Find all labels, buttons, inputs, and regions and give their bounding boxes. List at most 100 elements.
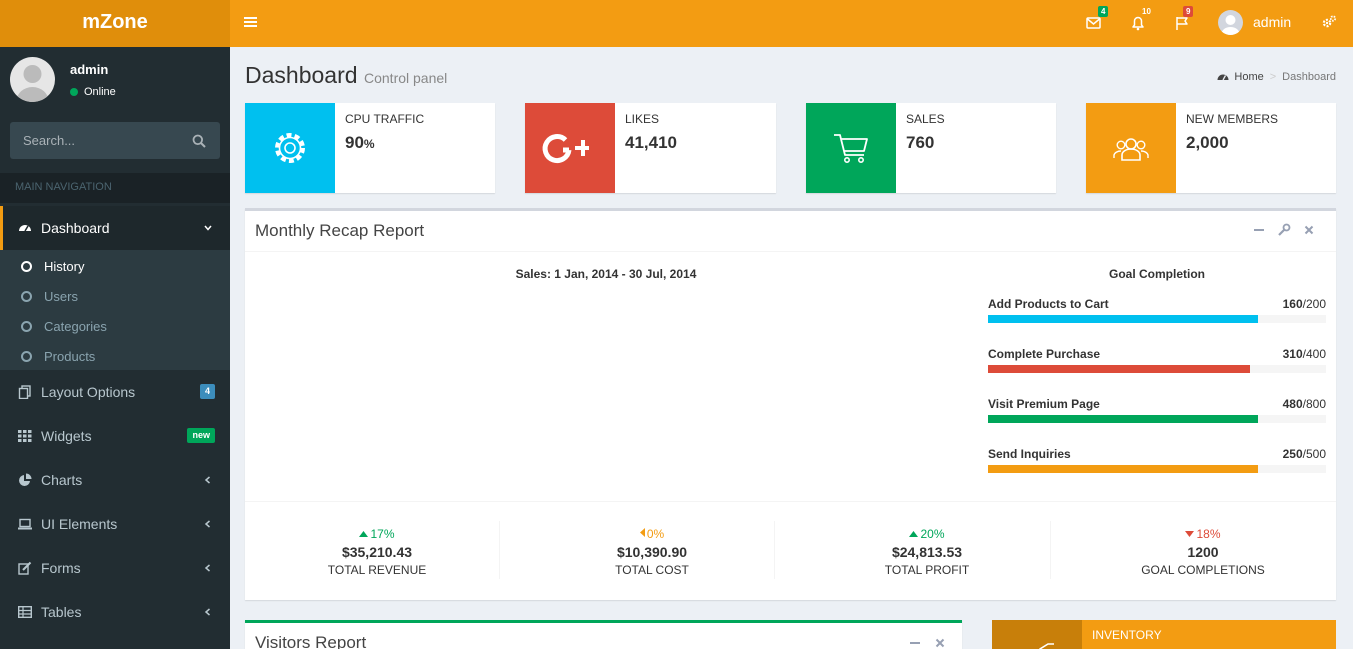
goal-label: Send Inquiries (988, 447, 1071, 461)
caret-left-icon (639, 528, 645, 537)
goal-label: Complete Purchase (988, 347, 1101, 361)
breadcrumb: Home > Dashboard (1217, 71, 1336, 83)
goal-progress-add-to-cart: Add Products to Cart 160/200 (988, 297, 1326, 337)
goal-label: Add Products to Cart (988, 297, 1109, 311)
sidebar-item-tables[interactable]: Tables (0, 590, 230, 634)
submenu-item-users[interactable]: Users (0, 282, 230, 312)
stat-amount: 1200 (1187, 544, 1219, 560)
gears-icon[interactable] (1321, 14, 1337, 30)
circle-icon (21, 261, 32, 272)
new-badge: new (187, 428, 215, 443)
info-box-label: INVENTORY (1092, 628, 1162, 642)
box-tools (908, 635, 948, 649)
goal-value: 310/400 (1282, 347, 1326, 361)
dashboard-icon (1217, 71, 1229, 81)
laptop-icon (18, 517, 32, 531)
info-box-value: 2,000 (1186, 133, 1229, 152)
stat-label: TOTAL COST (615, 563, 689, 577)
top-navbar: 4 10 9 admin (230, 0, 1353, 47)
close-icon[interactable] (1302, 223, 1316, 237)
stat-amount: $24,813.53 (891, 544, 963, 560)
box-title: Visitors Report (255, 633, 367, 649)
avatar (10, 57, 55, 102)
info-box-value: 760 (906, 133, 935, 152)
progress-bar (988, 365, 1250, 373)
progress-bar (988, 315, 1259, 323)
sidebar-item-label: Forms (41, 560, 81, 576)
info-box-label: CPU TRAFFIC (345, 112, 425, 126)
info-box-value: 90% (345, 133, 375, 152)
breadcrumb-current: Dashboard (1282, 71, 1336, 83)
google-plus-icon (525, 103, 615, 193)
mail-badge: 4 (1098, 6, 1109, 17)
stat-percent: 0% (525, 527, 779, 541)
caret-down-icon (1185, 531, 1195, 537)
chevron-left-icon (204, 608, 212, 616)
progress-track (988, 415, 1326, 423)
goal-value: 160/200 (1282, 297, 1326, 311)
page-title: Dashboard (245, 62, 358, 88)
goal-completion-title: Goal Completion (1109, 267, 1205, 281)
sidebar-item-charts[interactable]: Charts (0, 458, 230, 502)
progress-track (988, 315, 1326, 323)
files-icon (18, 385, 32, 399)
edit-icon (18, 561, 32, 575)
circle-icon (21, 291, 32, 302)
info-box-label: LIKES (625, 112, 660, 126)
collapse-icon[interactable] (1252, 223, 1266, 237)
goal-progress-complete-purchase: Complete Purchase 310/400 (988, 347, 1326, 387)
user-panel: admin Online (10, 57, 220, 107)
info-box-likes: LIKES 41,410 (525, 103, 776, 193)
stat-label: TOTAL REVENUE (327, 563, 427, 577)
info-box-label: SALES (906, 112, 945, 126)
info-box-inventory: INVENTORY (992, 620, 1336, 649)
submenu-item-products[interactable]: Products (0, 342, 230, 372)
dashboard-icon (18, 221, 32, 235)
stat-percent: 18% (1076, 527, 1330, 541)
sidebar-user-name: admin (70, 62, 109, 77)
user-menu-name[interactable]: admin (1253, 14, 1291, 30)
logo[interactable]: mZone (0, 0, 230, 47)
avatar[interactable] (1218, 10, 1243, 35)
info-box-label: NEW MEMBERS (1186, 112, 1279, 126)
collapse-icon[interactable] (908, 636, 922, 649)
sidebar-item-dashboard[interactable]: Dashboard (0, 206, 230, 250)
notifications-badge: 10 (1139, 6, 1154, 17)
circle-icon (21, 321, 32, 332)
info-box-value: 41,410 (625, 133, 677, 152)
chevron-down-icon (204, 224, 212, 232)
submenu-item-history[interactable]: History (0, 252, 230, 282)
stat-label: TOTAL PROFIT (884, 563, 970, 577)
wrench-icon[interactable] (1277, 223, 1291, 237)
nav-header: MAIN NAVIGATION (0, 173, 230, 203)
goal-progress-send-inquiries: Send Inquiries 250/500 (988, 447, 1326, 487)
sidebar-item-widgets[interactable]: Widgets new (0, 414, 230, 458)
visitors-report-box: Visitors Report (245, 620, 962, 649)
close-icon[interactable] (933, 636, 947, 649)
submenu-item-categories[interactable]: Categories (0, 312, 230, 342)
menu-icon[interactable] (244, 15, 258, 29)
goal-progress-visit-premium: Visit Premium Page 480/800 (988, 397, 1326, 437)
search-icon[interactable] (192, 134, 206, 148)
circle-icon (21, 351, 32, 362)
chevron-left-icon (204, 520, 212, 528)
progress-track (988, 465, 1326, 473)
breadcrumb-home-link[interactable]: Home (1234, 71, 1263, 83)
stat-total-profit: 20% $24,813.53 TOTAL PROFIT (800, 527, 1054, 577)
stat-label: GOAL COMPLETIONS (1141, 563, 1265, 577)
sidebar-search (10, 122, 220, 159)
table-icon (18, 605, 32, 619)
sidebar-item-label: Tables (41, 604, 82, 620)
box-title: Monthly Recap Report (255, 221, 425, 240)
sidebar-item-forms[interactable]: Forms (0, 546, 230, 590)
sidebar-item-ui-elements[interactable]: UI Elements (0, 502, 230, 546)
search-input[interactable] (10, 122, 180, 159)
page-subtitle: Control panel (364, 70, 448, 86)
online-status-icon (70, 88, 78, 96)
info-box-new-members: NEW MEMBERS 2,000 (1086, 103, 1336, 193)
stat-goal-completions: 18% 1200 GOAL COMPLETIONS (1076, 527, 1330, 577)
chevron-left-icon (204, 476, 212, 484)
stat-total-cost: 0% $10,390.90 TOTAL COST (525, 527, 779, 577)
sidebar-item-layout-options[interactable]: Layout Options 4 (0, 370, 230, 414)
stat-percent: 17% (250, 527, 504, 541)
